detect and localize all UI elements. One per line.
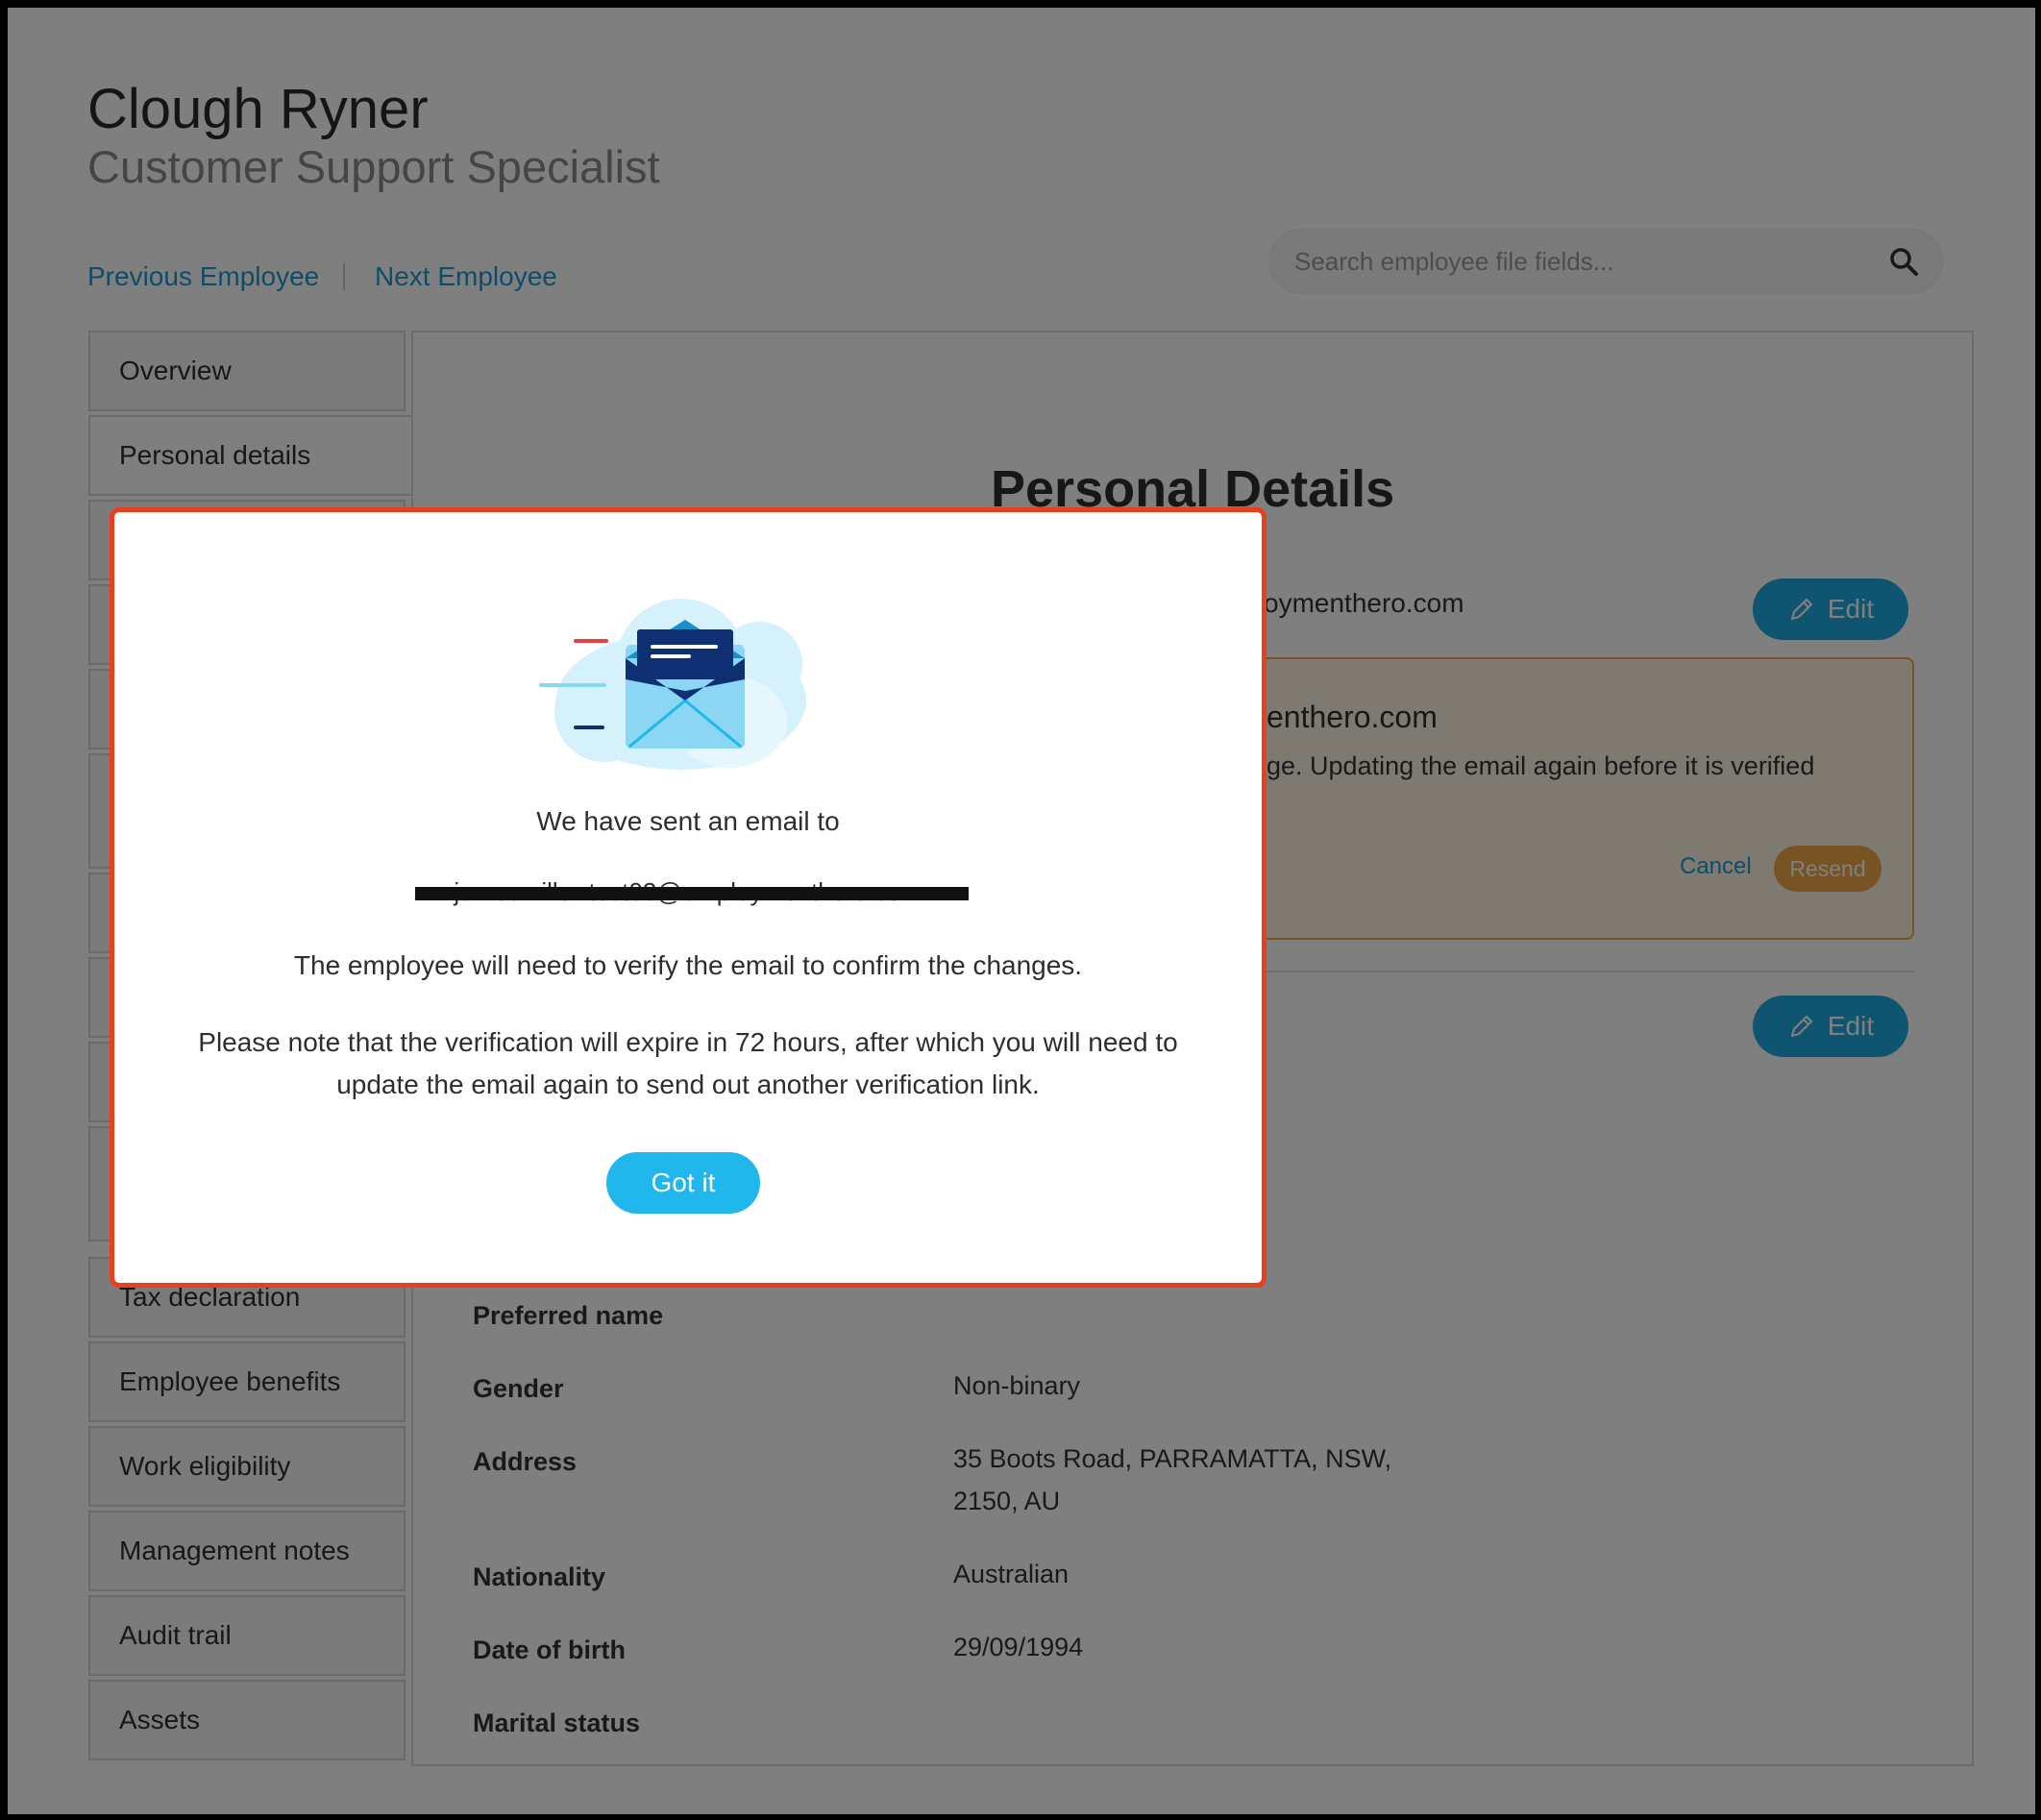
modal-message-verify: The employee will need to verify the ema… (293, 950, 1083, 980)
got-it-button[interactable]: Got it (606, 1152, 760, 1214)
email-sent-modal: We have sent an email to jamesmiller-tes… (110, 507, 1266, 1288)
app-window: Clough Ryner Customer Support Specialist… (8, 8, 2035, 1814)
redaction-bar (415, 887, 969, 900)
modal-message-sent: We have sent an email to (536, 806, 840, 836)
envelope-cloud-icon (539, 599, 806, 770)
modal-message-expiry: Please note that the verification will e… (198, 1027, 1178, 1099)
